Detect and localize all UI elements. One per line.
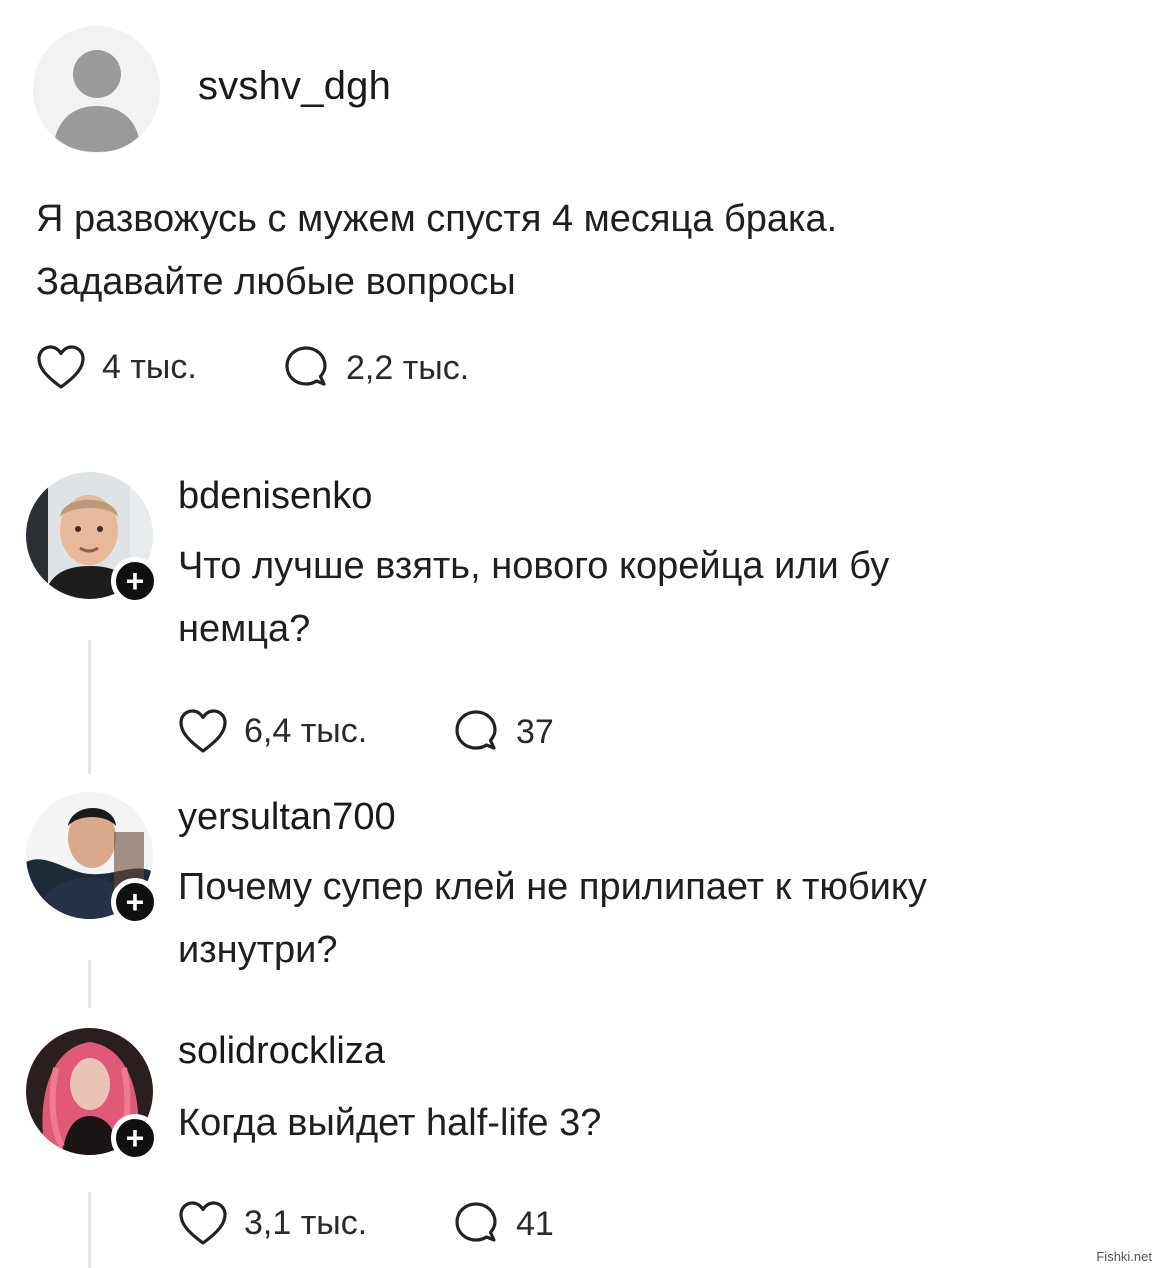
follow-plus-icon: + xyxy=(125,563,145,599)
follow-button[interactable]: + xyxy=(111,557,159,605)
comment-text-line: Что лучше взять, нового корейца или бу xyxy=(178,545,890,587)
comment-bubble-icon xyxy=(285,346,327,386)
post-text: Я развожусь с мужем спустя 4 месяца брак… xyxy=(36,188,1036,314)
post-author-avatar[interactable] xyxy=(33,26,160,153)
post-author-username[interactable]: svshv_dgh xyxy=(198,64,391,109)
post-text-line: Я развожусь с мужем спустя 4 месяца брак… xyxy=(36,198,838,240)
comment-like-count: 3,1 тыс. xyxy=(244,1203,368,1242)
comment-text-line: Когда выйдет half-life 3? xyxy=(178,1102,602,1144)
comment-text-line: немца? xyxy=(178,608,311,650)
watermark: Fishki.net xyxy=(1096,1249,1152,1264)
comment-text: Почему супер клей не прилипает к тюбику … xyxy=(178,856,1118,982)
comment-like-count: 6,4 тыс. xyxy=(244,711,368,750)
post-comment-count: 2,2 тыс. xyxy=(346,348,470,387)
follow-button[interactable]: + xyxy=(111,878,159,926)
thread-line xyxy=(88,640,91,774)
comment-reply-button[interactable]: 37 xyxy=(452,708,554,756)
post-comment-button[interactable]: 2,2 тыс. xyxy=(282,344,469,392)
follow-plus-icon: + xyxy=(125,884,145,920)
comment-like-button[interactable]: 6,4 тыс. xyxy=(178,708,367,754)
follow-button[interactable]: + xyxy=(111,1114,159,1162)
follow-plus-icon: + xyxy=(125,1120,145,1156)
comment-like-button[interactable]: 3,1 тыс. xyxy=(178,1200,367,1246)
comment-reply-count: 41 xyxy=(516,1204,554,1243)
post-like-button[interactable]: 4 тыс. xyxy=(36,344,197,390)
post-text-line: Задавайте любые вопросы xyxy=(36,261,516,303)
heart-icon xyxy=(179,1201,227,1245)
comment-reply-button[interactable]: 41 xyxy=(452,1200,554,1248)
comment-username[interactable]: solidrockliza xyxy=(178,1030,385,1073)
comment-reply-count: 37 xyxy=(516,712,554,751)
thread-line xyxy=(88,960,91,1008)
comment-username[interactable]: yersultan700 xyxy=(178,796,396,839)
comment-text-line: Почему супер клей не прилипает к тюбику xyxy=(178,866,927,908)
comment-text: Когда выйдет half-life 3? xyxy=(178,1092,1118,1155)
comment-bubble-icon xyxy=(455,1202,497,1242)
heart-icon xyxy=(37,345,85,389)
post-like-count: 4 тыс. xyxy=(102,347,197,386)
comment-bubble-icon xyxy=(455,710,497,750)
default-avatar-icon xyxy=(33,26,160,153)
comment-text-line: изнутри? xyxy=(178,929,338,971)
comment-username[interactable]: bdenisenko xyxy=(178,475,372,518)
comment-text: Что лучше взять, нового корейца или бу н… xyxy=(178,535,1118,661)
thread-line xyxy=(88,1192,91,1268)
heart-icon xyxy=(179,709,227,753)
